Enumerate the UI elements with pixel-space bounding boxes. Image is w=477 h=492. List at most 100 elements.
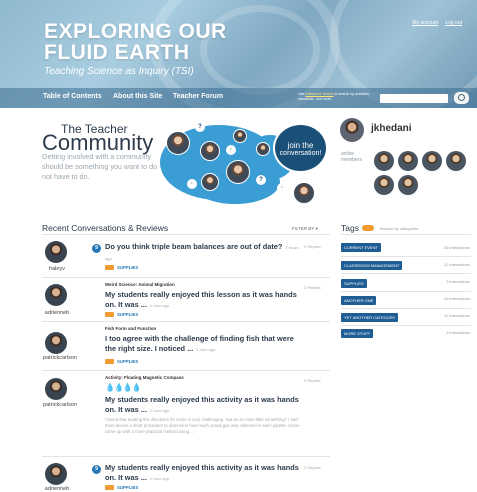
divider: [42, 370, 330, 371]
tag-another-one[interactable]: ANOTHER ONE: [341, 296, 377, 305]
member-avatar[interactable]: [256, 142, 270, 156]
conversation-item[interactable]: adrienneb 9 My students really enjoyed t…: [42, 461, 330, 492]
active-member-avatar[interactable]: [374, 151, 394, 171]
member-avatar[interactable]: [233, 129, 247, 143]
conversation-category[interactable]: Fish Form and Function: [105, 326, 156, 331]
search-icon[interactable]: [454, 92, 469, 104]
question-speech-icon: ?: [256, 175, 266, 185]
tag-supplies[interactable]: SUPPLIES: [341, 279, 367, 288]
member-avatar[interactable]: [166, 131, 190, 155]
conversation-username[interactable]: adrienneb: [42, 486, 72, 492]
site-header: EXPLORING OUR FLUID EARTH Teaching Scien…: [0, 0, 477, 108]
tag-current-event[interactable]: CURRENT EVENT: [341, 243, 381, 252]
conversation-username[interactable]: adrienneb: [42, 310, 72, 316]
replies-count[interactable]: 3 Replies: [304, 285, 321, 290]
user-avatar[interactable]: [45, 332, 67, 354]
tag-count: 12 interactions: [443, 262, 470, 267]
tag-count: 3 interactions: [446, 279, 470, 284]
user-avatar[interactable]: [45, 378, 67, 400]
tags-hint: Browse by categories: [380, 226, 419, 231]
user-avatar[interactable]: [45, 241, 67, 263]
nav-teacher-forum[interactable]: Teacher Forum: [173, 93, 223, 100]
community-description: Getting involved with a community should…: [42, 152, 162, 181]
conversation-username[interactable]: haleyv: [42, 266, 72, 272]
conversations-heading: Recent Conversations & Reviews: [42, 223, 169, 233]
advanced-search-link[interactable]: Advanced Search: [305, 92, 333, 96]
conversation-username[interactable]: patrickcarlson: [40, 402, 80, 408]
conversation-title[interactable]: My students really enjoyed this activity…: [105, 463, 305, 483]
tags-heading: Tags: [341, 223, 359, 233]
join-conversation-button[interactable]: join the conversation!: [273, 123, 328, 173]
active-member-avatar[interactable]: [374, 175, 394, 195]
conversation-title[interactable]: I too agree with the challenge of findin…: [105, 334, 305, 354]
conversation-title[interactable]: My students really enjoyed this lesson a…: [105, 290, 305, 310]
replies-count[interactable]: 3 Replies: [304, 378, 321, 383]
search-hint-prefix: Use: [298, 92, 305, 96]
user-avatar[interactable]: [45, 463, 67, 485]
speech-bubble-icon: ·: [226, 145, 236, 155]
nav-about-site[interactable]: About this Site: [113, 93, 162, 100]
nav-table-of-contents[interactable]: Table of Contents: [43, 93, 102, 100]
conversation-title[interactable]: Do you think triple beam balances are ou…: [105, 242, 305, 263]
speech-bubble-icon: ·: [187, 179, 197, 189]
member-avatar[interactable]: [201, 173, 219, 191]
conversation-item[interactable]: haleyv 9 Do you think triple beam balanc…: [42, 241, 330, 277]
member-avatar[interactable]: [200, 141, 220, 161]
conversation-title-text: My students really enjoyed this activity…: [105, 463, 299, 482]
conversation-item[interactable]: patrickcarlson Activity: Floating Magnet…: [42, 375, 330, 455]
site-title[interactable]: EXPLORING OUR FLUID EARTH: [44, 21, 227, 63]
replies-count[interactable]: 3 Replies: [304, 244, 321, 249]
reply-count-badge: 9: [92, 465, 101, 474]
tag-count: 3 interactions: [446, 330, 470, 335]
tag-link[interactable]: SUPPLIES: [117, 265, 138, 270]
search-input[interactable]: [380, 94, 448, 103]
review-tag-icon: [105, 359, 114, 364]
tag-link[interactable]: SUPPLIES: [117, 485, 138, 490]
conversation-title[interactable]: My students really enjoyed this activity…: [105, 395, 305, 415]
reply-count-badge: 9: [92, 244, 101, 253]
tag-more-stuff[interactable]: MORE STUFF: [341, 329, 373, 338]
review-tag-icon: [105, 312, 114, 317]
active-member-avatar[interactable]: [446, 151, 466, 171]
active-member-avatar[interactable]: [398, 175, 418, 195]
tag-link[interactable]: SUPPLIES: [117, 312, 138, 317]
active-member-avatar[interactable]: [422, 151, 442, 171]
conversation-category[interactable]: Activity: Floating Magnetic Compass: [105, 375, 184, 380]
search-hint: Use Advanced Search to search by activit…: [298, 92, 380, 102]
account-links: My account Log out: [406, 20, 462, 26]
member-avatar[interactable]: [226, 160, 250, 184]
replies-count[interactable]: 3 Replies: [304, 465, 321, 470]
question-speech-icon: ?: [195, 122, 205, 132]
conversation-title-text: My students really enjoyed this activity…: [105, 395, 299, 414]
divider: [341, 325, 471, 326]
conversation-category[interactable]: Weird Science: Animal Migration: [105, 282, 175, 287]
join-line1: join the: [287, 141, 314, 150]
logout-link[interactable]: Log out: [445, 20, 462, 26]
current-user-avatar[interactable]: [340, 118, 364, 142]
tag-classroom-management[interactable]: CLASSROOM MANAGEMENT: [341, 261, 403, 270]
tag-link[interactable]: SUPPLIES: [117, 359, 138, 364]
conversation-username[interactable]: patrickcarlson: [40, 355, 80, 361]
tags-toggle[interactable]: [362, 225, 374, 231]
conversation-time: 1 hour ago: [149, 407, 170, 413]
current-username[interactable]: jkhedani: [371, 123, 412, 134]
site-title-line1: EXPLORING OUR: [44, 20, 227, 43]
rating-drops-icon: 💧💧💧💧: [105, 383, 142, 392]
site-title-line2: FLUID EARTH: [44, 41, 190, 64]
main-nav: Table of Contents About this Site Teache…: [0, 88, 477, 108]
site-subtitle: Teaching Science as Inquiry (TSI): [44, 66, 194, 77]
tag-yet-another-category[interactable]: YET ANOTHER CATEGORY: [341, 313, 399, 322]
divider: [42, 234, 330, 235]
conversation-item[interactable]: patrickcarlson Fish Form and Function I …: [42, 326, 330, 368]
filter-by-dropdown[interactable]: FILTER BY: [292, 226, 318, 232]
my-account-link[interactable]: My account: [412, 20, 438, 26]
divider: [42, 321, 330, 322]
conversation-item[interactable]: adrienneb Weird Science: Animal Migratio…: [42, 282, 330, 320]
tag-count: 45 interactions: [443, 296, 470, 301]
conversation-time: 1 hour ago: [196, 346, 216, 352]
divider: [341, 234, 471, 235]
member-avatar[interactable]: [293, 182, 315, 204]
divider: [42, 456, 330, 457]
active-member-avatar[interactable]: [398, 151, 418, 171]
user-avatar[interactable]: [45, 284, 67, 306]
